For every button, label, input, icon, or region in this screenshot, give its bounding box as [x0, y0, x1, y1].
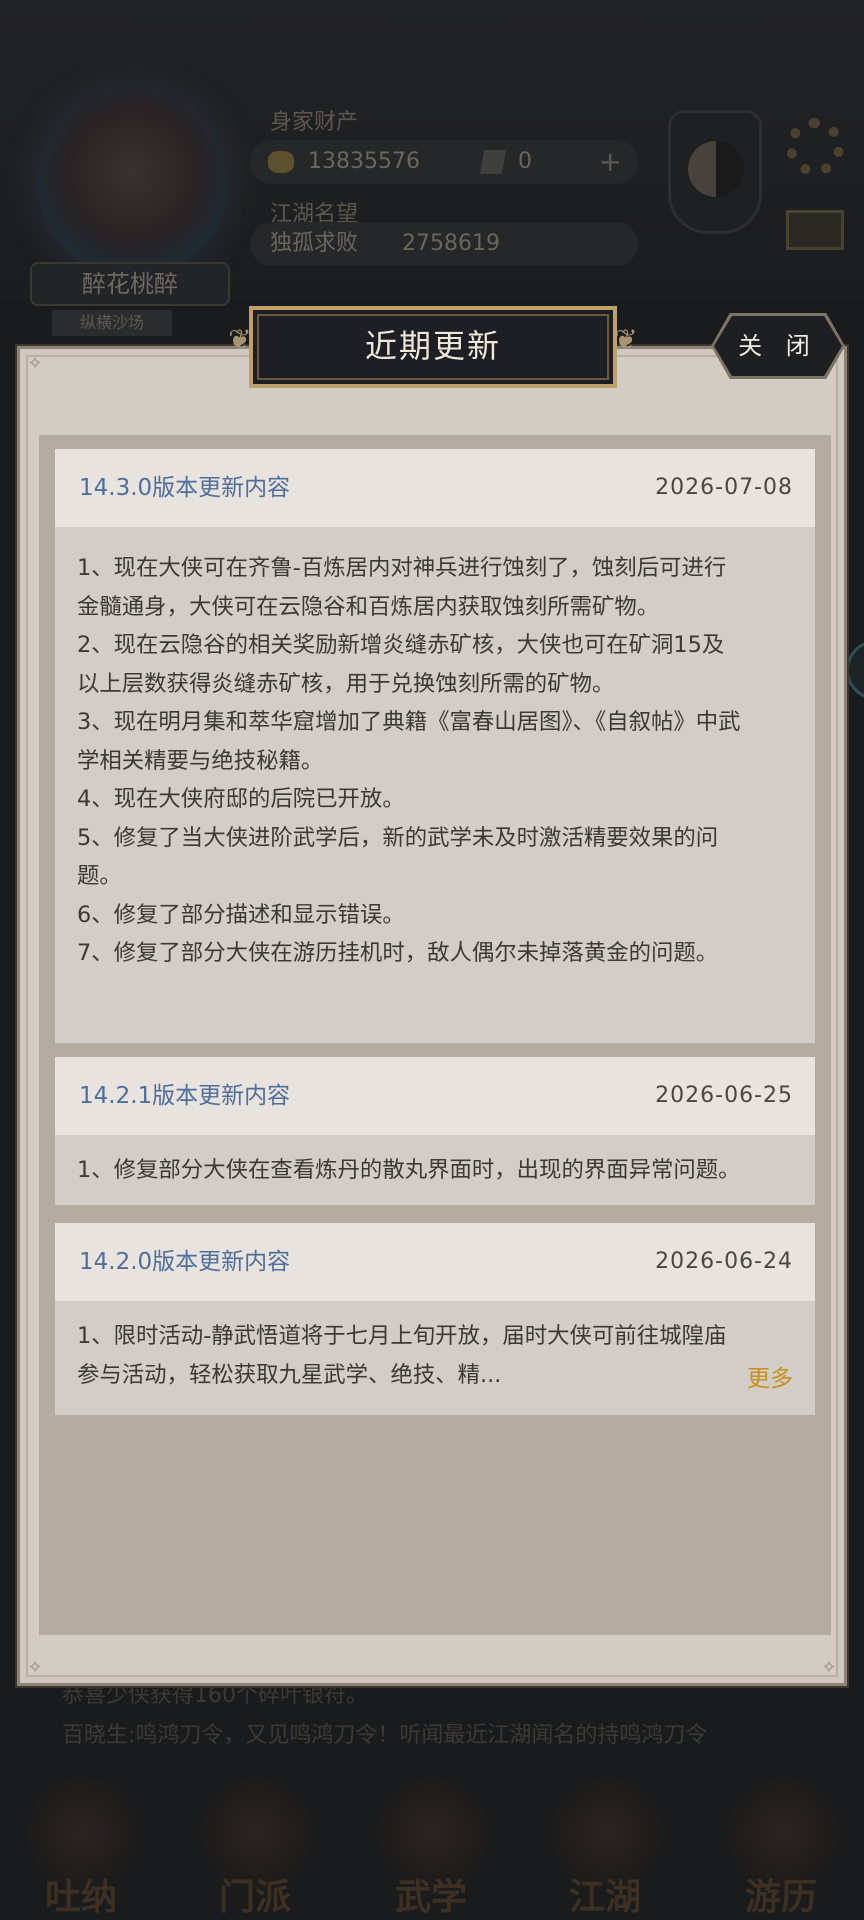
nav-label: 江湖 — [568, 1876, 641, 1918]
update-dialog: ✧ ✧ ✧ ✧ 14.3.0版本更新内容 2026-07-08 1、现在大侠可在… — [17, 346, 847, 1686]
mail-icon[interactable] — [786, 210, 844, 250]
nav-item-jianghu[interactable]: 江湖 — [530, 1770, 680, 1920]
update-card: 14.2.1版本更新内容 2026-06-25 1、修复部分大侠在查看炼丹的散丸… — [55, 1057, 815, 1205]
nav-label: 游历 — [744, 1876, 817, 1918]
dialog-title: 近期更新 — [249, 306, 617, 388]
update-line: 金髓通身，大侠可在云隐谷和百炼居内获取蚀刻所需矿物。 — [77, 593, 660, 620]
nav-item-travel[interactable]: 游历 — [706, 1770, 856, 1920]
player-portrait[interactable] — [38, 88, 228, 278]
wealth-label: 身家财产 — [270, 110, 359, 135]
update-version: 14.2.0版本更新内容 — [79, 1249, 291, 1275]
update-card: 14.2.0版本更新内容 2026-06-24 1、限时活动-静武悟道将于七月上… — [55, 1223, 815, 1415]
update-version: 14.2.1版本更新内容 — [79, 1083, 291, 1109]
nav-item-martial[interactable]: 武学 — [356, 1770, 506, 1920]
update-line: 5、修复了当大侠进阶武学后，新的武学未及时激活精要效果的问 — [77, 824, 719, 851]
fame-bar: 独孤求败 2758619 — [250, 222, 638, 266]
update-date: 2026-07-08 — [655, 475, 793, 500]
gold-amount: 13835576 — [308, 149, 420, 174]
update-line: 1、修复部分大侠在查看炼丹的散丸界面时，出现的界面异常问题。 — [77, 1157, 741, 1183]
update-line: 题。 — [77, 863, 122, 889]
bottom-nav: 吐纳 门派 武学 江湖 游历 — [0, 1770, 864, 1920]
add-currency-icon[interactable]: + — [599, 140, 622, 184]
update-date: 2026-06-24 — [655, 1249, 793, 1274]
gem-amount: 0 — [518, 149, 532, 174]
update-body: 1、现在大侠可在齐鲁-百炼居内对神兵进行蚀刻了，蚀刻后可进行 金髓通身，大侠可在… — [55, 527, 815, 973]
update-card-header: 14.3.0版本更新内容 2026-07-08 — [55, 449, 815, 527]
corner-ornament-icon: ✧ — [821, 1657, 837, 1678]
news-line: 百晓生:鸣鸿刀令，又见鸣鸿刀令！听闻最近江湖闻名的持鸣鸿刀令 — [62, 1723, 708, 1748]
update-list[interactable]: 14.3.0版本更新内容 2026-07-08 1、现在大侠可在齐鲁-百炼居内对… — [39, 435, 831, 1635]
update-card: 14.3.0版本更新内容 2026-07-08 1、现在大侠可在齐鲁-百炼居内对… — [55, 449, 815, 1043]
close-button[interactable]: 关 闭 — [714, 316, 842, 376]
side-panel-handle[interactable] — [846, 640, 864, 700]
update-line: 参与活动，轻松获取九星武学、绝技、精... — [77, 1361, 502, 1388]
fame-rank: 独孤求败 — [270, 231, 359, 256]
player-name: 醉花桃醉 — [30, 262, 230, 306]
update-line: 学相关精要与绝技秘籍。 — [77, 747, 324, 774]
player-title-badge: 纵横沙场 — [52, 310, 172, 336]
gem-icon — [479, 150, 507, 174]
update-date: 2026-06-25 — [655, 1083, 793, 1108]
update-version: 14.3.0版本更新内容 — [79, 475, 291, 501]
update-body: 1、修复部分大侠在查看炼丹的散丸界面时，出现的界面异常问题。 — [55, 1135, 815, 1190]
nav-label: 武学 — [394, 1876, 467, 1918]
corner-ornament-icon: ✧ — [27, 1657, 43, 1678]
news-feed: 恭喜少侠获得160个碎叶银符。 百晓生:鸣鸿刀令，又见鸣鸿刀令！听闻最近江湖闻名… — [26, 1676, 838, 1766]
nav-item-sect[interactable]: 门派 — [180, 1770, 330, 1920]
update-body: 1、限时活动-静武悟道将于七月上旬开放，届时大侠可前往城隍庙 参与活动，轻松获取… — [55, 1301, 815, 1394]
nav-label: 吐纳 — [44, 1876, 117, 1918]
update-line: 7、修复了部分大侠在游历挂机时，敌人偶尔未掉落黄金的问题。 — [77, 940, 719, 966]
nav-label: 门派 — [218, 1876, 291, 1918]
update-card-header: 14.2.0版本更新内容 2026-06-24 — [55, 1223, 815, 1301]
nav-item-tuna[interactable]: 吐纳 — [6, 1770, 156, 1920]
update-line: 以上层数获得炎缝赤矿核，用于兑换蚀刻所需的矿物。 — [77, 670, 615, 697]
yinyang-emblem[interactable] — [668, 110, 762, 234]
fame-value: 2758619 — [402, 231, 500, 256]
update-card-header: 14.2.1版本更新内容 2026-06-25 — [55, 1057, 815, 1135]
update-line: 1、现在大侠可在齐鲁-百炼居内对神兵进行蚀刻了，蚀刻后可进行 — [77, 555, 727, 581]
update-line: 2、现在云隐谷的相关奖励新增炎缝赤矿核，大侠也可在矿洞15及 — [77, 632, 725, 658]
update-line: 1、限时活动-静武悟道将于七月上旬开放，届时大侠可前往城隍庙 — [77, 1323, 727, 1349]
gold-coin-icon — [268, 151, 294, 173]
more-button[interactable]: 更多 — [747, 1359, 793, 1393]
corner-ornament-icon: ✧ — [27, 353, 43, 374]
yinyang-icon — [688, 141, 744, 197]
update-line: 6、修复了部分描述和显示错误。 — [77, 901, 405, 928]
update-line: 4、现在大侠府邸的后院已开放。 — [77, 786, 405, 812]
update-line: 3、现在明月集和萃华窟增加了典籍《富春山居图》、《自叙帖》中武 — [77, 709, 741, 735]
currency-bar: 13835576 0 + — [250, 140, 638, 184]
gear-icon[interactable] — [786, 118, 844, 176]
